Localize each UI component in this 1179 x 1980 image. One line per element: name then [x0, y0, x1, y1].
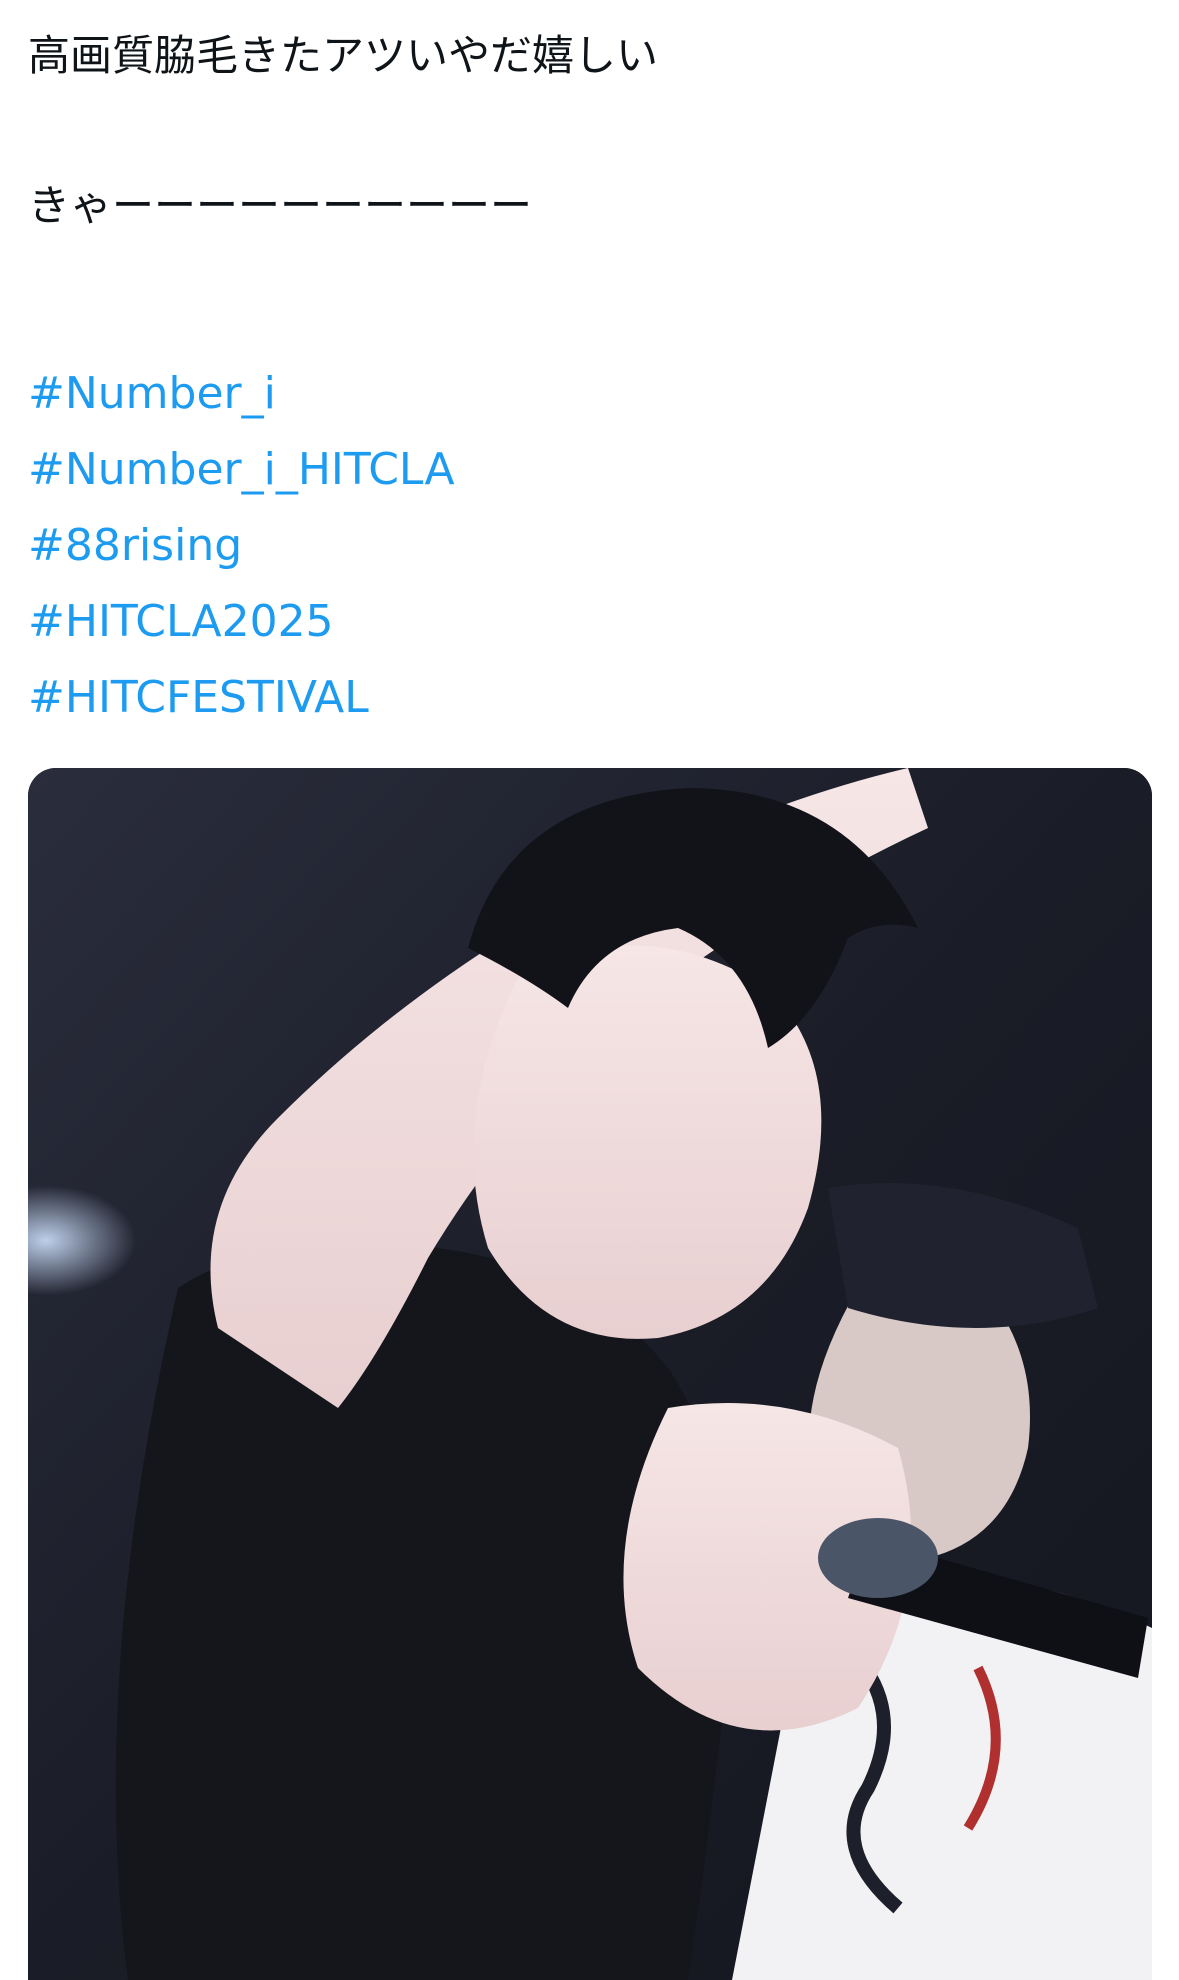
tweet-text-line-2: きゃーーーーーーーーーー [28, 181, 533, 230]
tweet-text-line-1: 高画質脇毛きたアツいやだ嬉しい [28, 31, 659, 80]
performer-photo-illustration [28, 768, 1152, 1980]
hashtag-link[interactable]: #HITCLA2025 [28, 584, 455, 660]
hashtag-link[interactable]: #88rising [28, 508, 455, 584]
hashtag-link[interactable]: #HITCFESTIVAL [28, 660, 455, 736]
hashtag-link[interactable]: #Number_i [28, 356, 455, 432]
hashtag-list: #Number_i #Number_i_HITCLA #88rising #HI… [28, 356, 455, 736]
hashtag-link[interactable]: #Number_i_HITCLA [28, 432, 455, 508]
tweet-photo[interactable] [28, 768, 1152, 1980]
